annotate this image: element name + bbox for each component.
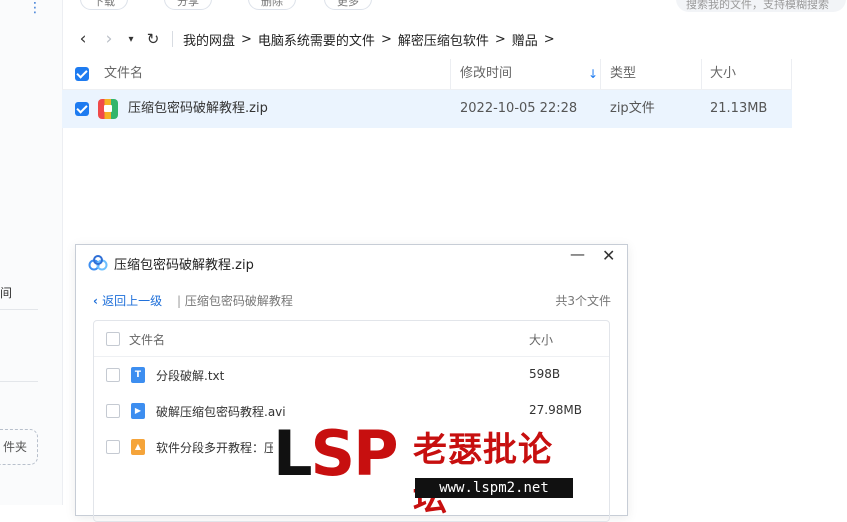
item-checkbox[interactable] xyxy=(106,404,120,418)
file-name[interactable]: 压缩包密码破解教程.zip xyxy=(128,90,268,128)
search-input[interactable]: 搜索我的文件，支持模糊搜索 xyxy=(676,0,846,12)
item-name: 破解压缩包密码教程.avi xyxy=(156,405,286,419)
sidebar-divider xyxy=(0,381,38,382)
item-checkbox[interactable] xyxy=(106,368,120,382)
column-header-name[interactable]: 文件名 xyxy=(104,59,143,89)
file-type: zip文件 xyxy=(610,101,655,116)
row-checkbox[interactable] xyxy=(75,102,89,116)
file-count: 共3个文件 xyxy=(555,294,611,308)
archive-list-header: 文件名 大小 xyxy=(94,321,609,357)
column-divider xyxy=(701,59,702,89)
download-label: 下载 xyxy=(93,0,115,8)
sidebar-divider xyxy=(0,309,38,310)
select-all-checkbox[interactable] xyxy=(106,332,120,346)
new-folder-label: 件夹 xyxy=(2,440,27,454)
download-button[interactable]: 下载 xyxy=(80,0,128,10)
breadcrumb-item[interactable]: 赠品 xyxy=(512,30,538,49)
close-icon[interactable]: ✕ xyxy=(602,246,615,265)
file-table-header: 文件名 修改时间 ↓ 类型 大小 xyxy=(62,59,792,90)
back-icon[interactable]: ‹ xyxy=(70,29,96,49)
share-label: 分享 xyxy=(177,0,199,8)
select-all-checkbox[interactable] xyxy=(75,67,89,81)
search-placeholder: 搜索我的文件，支持模糊搜索 xyxy=(686,0,829,11)
watermark-url: www.lspm2.net xyxy=(415,478,573,498)
zip-file-icon xyxy=(98,99,118,119)
breadcrumb-item[interactable]: 我的网盘 xyxy=(183,30,235,49)
archive-path: | 压缩包密码破解教程 xyxy=(177,292,293,309)
item-checkbox[interactable] xyxy=(106,440,120,454)
file-size: 21.13MB xyxy=(710,101,768,116)
column-header-type[interactable]: 类型 xyxy=(610,59,636,89)
column-header-name: 文件名 xyxy=(129,333,166,347)
forward-icon[interactable]: › xyxy=(96,29,122,49)
sidebar-item-partial[interactable]: 间 xyxy=(0,284,12,301)
item-size: 598B xyxy=(529,367,561,381)
dialog-title: 压缩包密码破解教程.zip xyxy=(114,258,254,273)
breadcrumb-separator: > xyxy=(494,31,506,47)
list-item[interactable]: T 分段破解.txt 598B xyxy=(94,357,609,393)
delete-label: 删除 xyxy=(261,0,283,8)
nav-divider xyxy=(172,31,173,47)
baidu-netdisk-logo-icon xyxy=(88,255,108,271)
more-options-icon[interactable]: ⋮ xyxy=(28,0,42,16)
path-separator: | xyxy=(177,294,182,308)
new-folder-button[interactable]: 件夹 xyxy=(0,429,38,465)
file-modified: 2022-10-05 22:28 xyxy=(460,101,578,116)
text-file-icon: T xyxy=(131,367,145,383)
navigation-bar: ‹ › ▾ ↻ 我的网盘 > 电脑系统需要的文件 > 解密压缩包软件 > 赠品 … xyxy=(62,26,557,52)
watermark-logo: LSP 老瑟批论坛 www.lspm2.net xyxy=(273,417,573,519)
archive-path-label: 压缩包密码破解教程 xyxy=(184,294,293,308)
table-row[interactable]: 压缩包密码破解教程.zip 2022-10-05 22:28 zip文件 21.… xyxy=(62,90,792,128)
column-header-size[interactable]: 大小 xyxy=(710,59,736,89)
watermark-l: L xyxy=(273,417,312,490)
watermark-sp: SP xyxy=(310,417,399,490)
chevron-left-icon: ‹ xyxy=(93,294,103,308)
breadcrumb-item[interactable]: 解密压缩包软件 xyxy=(398,30,489,49)
item-name: 软件分段多开教程：压 xyxy=(156,441,277,455)
breadcrumb-separator: > xyxy=(543,31,555,47)
item-size: 27.98MB xyxy=(529,403,582,417)
minimize-icon[interactable]: — xyxy=(570,245,585,263)
video-file-icon: ▶ xyxy=(131,403,145,419)
column-divider xyxy=(450,59,451,89)
back-to-parent-link[interactable]: ‹ 返回上一级 xyxy=(93,292,162,309)
sort-desc-icon[interactable]: ↓ xyxy=(588,59,598,89)
image-file-icon: ▲ xyxy=(131,439,145,455)
back-link-label: 返回上一级 xyxy=(102,294,163,308)
more-button[interactable]: 更多 xyxy=(324,0,372,10)
breadcrumb-separator: > xyxy=(241,31,252,47)
delete-button[interactable]: 删除 xyxy=(248,0,296,10)
watermark-site-name: 老瑟批论坛 xyxy=(413,430,553,519)
breadcrumb-item[interactable]: 电脑系统需要的文件 xyxy=(258,30,375,49)
refresh-icon[interactable]: ↻ xyxy=(140,30,166,48)
column-divider xyxy=(600,59,601,89)
column-header-size: 大小 xyxy=(529,333,554,347)
watermark-lsp-text: LSP xyxy=(273,414,399,494)
share-button[interactable]: 分享 xyxy=(164,0,212,10)
column-header-modified[interactable]: 修改时间 xyxy=(460,59,512,89)
breadcrumb-separator: > xyxy=(380,31,392,47)
more-label: 更多 xyxy=(337,0,359,8)
column-divider xyxy=(791,59,792,89)
history-dropdown-icon[interactable]: ▾ xyxy=(122,34,140,45)
item-name: 分段破解.txt xyxy=(156,369,225,383)
